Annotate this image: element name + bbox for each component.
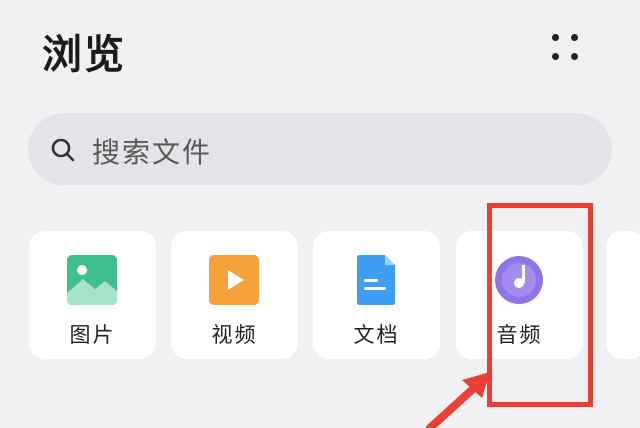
more-dot [552, 34, 559, 41]
more-options-button[interactable] [548, 30, 582, 64]
more-dot [571, 34, 578, 41]
more-dot [571, 53, 578, 60]
document-icon [357, 255, 395, 305]
search-placeholder: 搜索文件 [92, 136, 213, 169]
image-icon [67, 255, 117, 305]
page-title: 浏览 [42, 32, 126, 78]
search-bar[interactable]: 搜索文件 [28, 113, 612, 185]
category-label: 视频 [211, 323, 258, 347]
category-label: 图片 [69, 323, 116, 347]
more-dot [552, 53, 559, 60]
category-documents[interactable]: 文档 [313, 231, 440, 359]
category-videos[interactable]: 视频 [171, 231, 298, 359]
category-label: 文档 [353, 323, 400, 347]
category-images[interactable]: 图片 [29, 231, 156, 359]
search-icon [51, 138, 75, 162]
highlight-box [487, 203, 593, 407]
video-icon [209, 255, 259, 305]
category-tile-partial[interactable] [606, 231, 640, 359]
